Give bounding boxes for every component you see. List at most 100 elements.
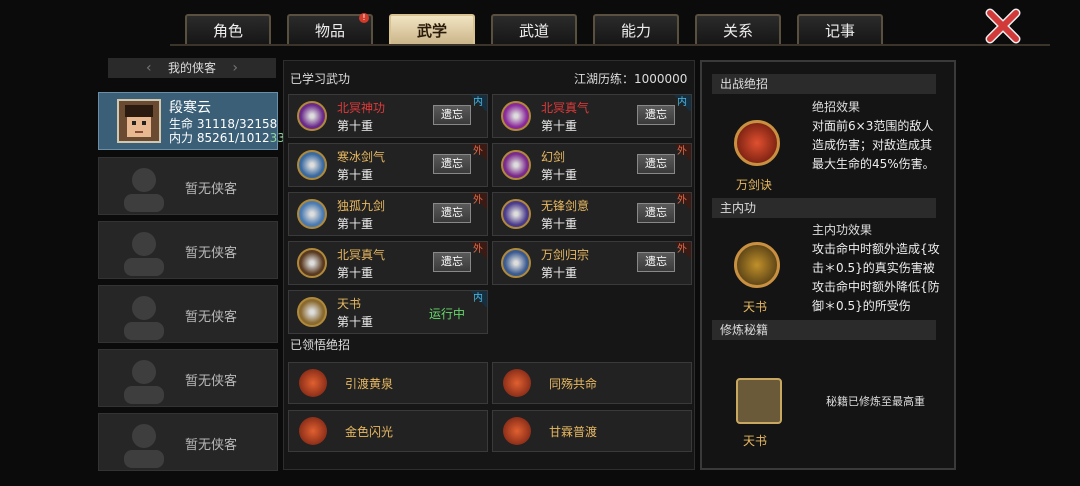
secret-book-name: 天书: [743, 434, 768, 448]
tab-journal[interactable]: 记事: [797, 14, 883, 44]
roster-header: ‹ 我的侠客 ›: [108, 58, 276, 78]
skill-name: 北冥神功: [337, 101, 386, 115]
tab-label: 物品: [314, 22, 345, 40]
battle-ultimate-header: 出战绝招: [712, 74, 936, 94]
battle-skill-name: 万剑诀: [736, 178, 773, 192]
tab-label: 角色: [212, 22, 243, 40]
skill-type-tag: 外: [469, 193, 487, 209]
forget-button[interactable]: 遗忘: [637, 105, 675, 125]
skill-card[interactable]: 幻剑 第十重 遗忘外: [492, 143, 692, 187]
skill-level: 第十重: [541, 168, 578, 182]
secret-book-header: 修炼秘籍: [712, 320, 936, 340]
empty-hero-slot[interactable]: 暂无侠客: [98, 157, 278, 215]
tab-divider: [170, 44, 1050, 46]
learned-title: 已学习武功: [290, 72, 351, 86]
forget-button[interactable]: 遗忘: [637, 203, 675, 223]
hero-portrait-icon: [119, 101, 159, 141]
empty-portrait-icon: [124, 296, 164, 340]
skill-icon: [297, 248, 327, 278]
tab-label: 武道: [518, 22, 549, 40]
book-icon[interactable]: [734, 242, 780, 288]
empty-hero-slot[interactable]: 暂无侠客: [98, 221, 278, 279]
empty-portrait-icon: [124, 168, 164, 212]
skill-type-tag: 外: [673, 193, 691, 209]
hero-mp: 内力 85261/101233: [169, 131, 285, 145]
battle-effect-title: 绝招效果: [812, 100, 861, 114]
forget-button[interactable]: 遗忘: [637, 154, 675, 174]
skill-type-tag: 内: [469, 95, 487, 111]
skill-name: 无锋剑意: [541, 199, 590, 213]
tab-abilities[interactable]: 能力: [593, 14, 679, 44]
tab-items[interactable]: 物品!: [287, 13, 373, 44]
skill-card[interactable]: 寒冰剑气 第十重 遗忘外: [288, 143, 488, 187]
flame-lotus-icon: [299, 417, 327, 445]
forget-button[interactable]: 遗忘: [433, 105, 471, 125]
tab-martial-arts[interactable]: 武学: [389, 14, 475, 44]
forget-button[interactable]: 遗忘: [433, 252, 471, 272]
inner-effect-text: 攻击命中时额外造成{攻击＊0.5}的真实伤害被攻击命中时额外降低{防御＊0.5}…: [812, 242, 940, 313]
running-status: 运行中: [429, 307, 466, 321]
forget-button[interactable]: 遗忘: [433, 154, 471, 174]
flame-lotus-icon: [503, 417, 531, 445]
skill-card[interactable]: 北冥神功第十重 遗忘内: [288, 94, 488, 138]
avatar: [117, 99, 161, 143]
ultimates-title: 已领悟绝招: [290, 338, 351, 352]
experience-label: 江湖历练：1000000: [574, 72, 688, 86]
secret-book-status: 秘籍已修炼至最高重: [826, 395, 925, 408]
flame-lotus-icon: [299, 369, 327, 397]
ultimate-item[interactable]: 甘霖普渡: [492, 410, 692, 452]
empty-portrait-icon: [124, 424, 164, 468]
empty-hero-slot[interactable]: 暂无侠客: [98, 285, 278, 343]
skill-name: 北冥真气: [541, 101, 590, 115]
ultimate-item[interactable]: 引渡黄泉: [288, 362, 488, 404]
skill-name: 天书: [337, 297, 362, 311]
empty-portrait-icon: [124, 232, 164, 276]
skill-name: 独孤九剑: [337, 199, 386, 213]
skill-card[interactable]: 天书第十重 运行中内: [288, 290, 488, 334]
scroll-icon[interactable]: [736, 378, 782, 424]
notification-badge: !: [359, 13, 369, 23]
skill-type-tag: 外: [673, 242, 691, 258]
skill-level: 第十重: [337, 119, 374, 133]
skill-card[interactable]: 万剑归宗第十重 遗忘外: [492, 241, 692, 285]
skill-card[interactable]: 独孤九剑第十重 遗忘外: [288, 192, 488, 236]
ultimate-item[interactable]: 同殇共命: [492, 362, 692, 404]
tab-character[interactable]: 角色: [185, 14, 271, 44]
tab-martial-path[interactable]: 武道: [491, 14, 577, 44]
skill-name: 北冥真气: [337, 248, 386, 262]
tab-label: 关系: [722, 22, 753, 40]
skill-card[interactable]: 无锋剑意 第十重 遗忘外: [492, 192, 692, 236]
skill-type-tag: 内: [673, 95, 691, 111]
forget-button[interactable]: 遗忘: [433, 203, 471, 223]
skill-level: 第十重: [337, 217, 374, 231]
skill-icon: [297, 199, 327, 229]
skill-icon: [501, 101, 531, 131]
skill-name: 万剑归宗: [541, 248, 590, 262]
flame-lotus-icon: [503, 369, 531, 397]
skill-icon: [501, 248, 531, 278]
skill-card[interactable]: 北冥真气第十重 遗忘内: [492, 94, 692, 138]
empty-hero-slot[interactable]: 暂无侠客: [98, 413, 278, 471]
skill-icon: [297, 297, 327, 327]
skill-level: 第十重: [337, 266, 374, 280]
skill-level: 第十重: [541, 119, 578, 133]
arrow-left-icon[interactable]: ‹: [146, 58, 152, 78]
tab-label: 武学: [416, 22, 447, 40]
roster-title: 我的侠客: [167, 61, 216, 75]
sword-rain-icon[interactable]: [734, 120, 780, 166]
skill-level: 第十重: [541, 266, 578, 280]
hero-name: 段寒云: [169, 100, 211, 116]
skill-icon: [297, 150, 327, 180]
skill-card[interactable]: 北冥真气 第十重 遗忘外: [288, 241, 488, 285]
inner-skill-name: 天书: [743, 300, 768, 314]
ultimate-item[interactable]: 金色闪光: [288, 410, 488, 452]
skill-type-tag: 外: [673, 144, 691, 160]
hero-card[interactable]: 段寒云 生命 31118/32158 内力 85261/101233: [98, 92, 285, 150]
empty-hero-slot[interactable]: 暂无侠客: [98, 349, 278, 407]
skill-type-tag: 内: [469, 291, 487, 307]
tab-relations[interactable]: 关系: [695, 14, 781, 44]
close-icon[interactable]: [985, 8, 1021, 44]
arrow-right-icon[interactable]: ›: [232, 58, 238, 78]
skill-level: 第十重: [337, 315, 374, 329]
forget-button[interactable]: 遗忘: [637, 252, 675, 272]
